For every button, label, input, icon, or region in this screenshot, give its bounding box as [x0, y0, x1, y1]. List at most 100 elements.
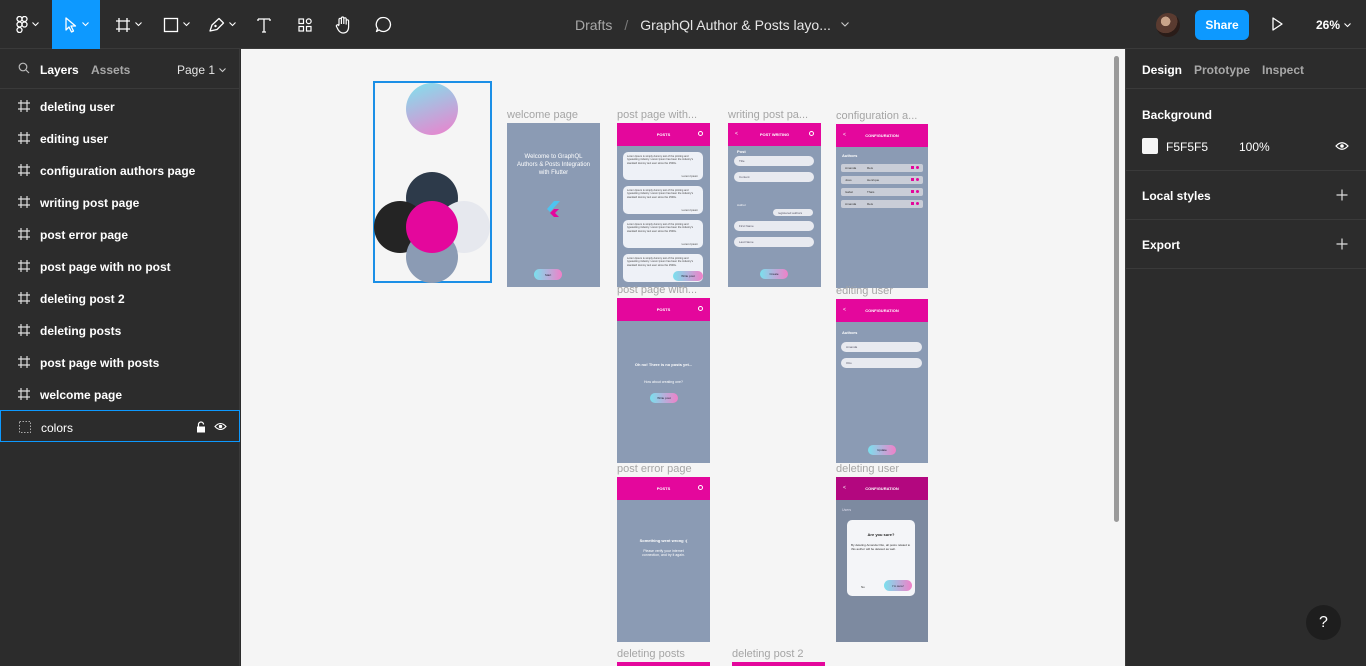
frame-label-post-with[interactable]: post page with... [617, 109, 709, 121]
deleting-user-frame[interactable]: < CONFIGURATION Users Are you sure? By de… [836, 477, 928, 642]
text-tool-button[interactable] [250, 0, 278, 49]
search-icon[interactable] [18, 62, 30, 74]
post-card-text: Lorem Ipsum is simply dummy text of the … [627, 155, 694, 165]
eye-icon[interactable] [1335, 141, 1349, 151]
comment-icon [375, 16, 391, 33]
layer-item[interactable]: post error page [0, 218, 240, 250]
title-field: Title [734, 156, 814, 166]
frame-icon [18, 196, 30, 208]
figma-logo-icon [15, 16, 28, 33]
shape-tool-button[interactable] [156, 0, 196, 49]
frame-label-editing[interactable]: editing user [836, 285, 928, 297]
layer-item[interactable]: colors [0, 410, 240, 442]
content-field: Content [734, 172, 814, 182]
canvas-vertical-scrollbar[interactable] [1114, 56, 1119, 522]
layer-item[interactable]: deleting user [0, 90, 240, 122]
comment-tool-button[interactable] [368, 0, 398, 49]
layer-item[interactable]: writing post page [0, 186, 240, 218]
gear-icon [809, 131, 814, 136]
tab-layers[interactable]: Layers [40, 63, 79, 77]
breadcrumb-separator: / [624, 16, 629, 33]
hand-tool-button[interactable] [328, 0, 358, 49]
zoom-menu[interactable]: 26% [1316, 18, 1351, 32]
configuration-authors-frame[interactable]: < CONFIGURATION Authors Amanda Reis Joao Hen… [836, 124, 928, 288]
post-error-page-frame[interactable]: POSTS Something went wrong :( Please ver… [617, 477, 710, 642]
pen-tool-button[interactable] [202, 0, 242, 49]
welcome-page-frame[interactable]: Welcome to GraphQL Authors & Posts Integ… [507, 123, 600, 287]
background-color-swatch[interactable] [1142, 138, 1158, 154]
pen-icon [209, 17, 225, 32]
frame-label-writing[interactable]: writing post pa... [728, 109, 820, 121]
users-section-label: Users [842, 508, 852, 512]
main-menu-button[interactable] [8, 0, 46, 49]
help-button[interactable]: ? [1306, 605, 1341, 640]
chevron-down-icon [134, 22, 142, 27]
author-first-name: Amanda [845, 166, 857, 170]
dialog-title: Are you sure? [867, 532, 895, 537]
layer-item[interactable]: editing user [0, 122, 240, 154]
chevron-down-icon [182, 22, 190, 27]
frame-label-deleting-post2[interactable]: deleting post 2 [732, 648, 824, 660]
avatar[interactable] [1156, 13, 1180, 37]
frame-label-post-no[interactable]: post page with... [617, 284, 709, 296]
frame-label-welcome[interactable]: welcome page [507, 109, 599, 121]
move-tool-button[interactable] [52, 0, 100, 49]
share-button[interactable]: Share [1195, 10, 1249, 40]
chevron-down-icon[interactable] [841, 22, 849, 27]
page-selector[interactable]: Page 1 [177, 63, 226, 77]
author-row: Isabel Thais [841, 188, 923, 196]
layer-item[interactable]: post page with posts [0, 346, 240, 378]
error-subtitle: Please verify your internet connection, … [642, 549, 685, 557]
layer-item[interactable]: welcome page [0, 378, 240, 410]
file-name[interactable]: GraphQl Author & Posts layo... [640, 17, 831, 33]
colors-frame[interactable] [373, 81, 492, 283]
author-row: Amanda Reis [841, 200, 923, 208]
post-page-with-posts-frame[interactable]: POSTS Lorem Ipsum is simply dummy text o… [617, 123, 710, 287]
layer-name: writing post page [40, 196, 140, 210]
layers-panel: Layers Assets Page 1 deleting user editin… [0, 49, 240, 666]
background-opacity[interactable]: 100% [1239, 140, 1270, 154]
breadcrumb-drafts[interactable]: Drafts [575, 17, 612, 33]
tab-design[interactable]: Design [1142, 63, 1182, 77]
local-styles-section: Local styles [1126, 171, 1366, 220]
plus-icon[interactable] [1336, 189, 1348, 201]
post-page-no-post-frame[interactable]: POSTS Oh no! There is no posts yet... Ho… [617, 298, 710, 463]
deleting-posts-frame-edge[interactable] [617, 662, 710, 666]
frame-label-config[interactable]: configuration a... [836, 110, 928, 122]
hand-icon [335, 15, 350, 34]
layer-name: deleting posts [40, 324, 122, 338]
tab-prototype[interactable]: Prototype [1194, 63, 1250, 77]
editing-user-frame[interactable]: < CONFIGURATION Authors Amanda Otto Updat… [836, 299, 928, 463]
writing-post-page-frame[interactable]: < POST WRITING Post Title Content Author … [728, 123, 821, 287]
frame-tool-button[interactable] [108, 0, 148, 49]
layer-item[interactable]: post page with no post [0, 250, 240, 282]
tab-assets[interactable]: Assets [91, 63, 130, 77]
frame-label-deleting-posts[interactable]: deleting posts [617, 648, 709, 660]
frame-label-deleting-user[interactable]: deleting user [836, 463, 928, 475]
frame-label-error[interactable]: post error page [617, 463, 709, 475]
welcome-line-3: with Flutter [538, 170, 569, 176]
design-canvas[interactable]: welcome page Welcome to GraphQL Authors … [241, 49, 1125, 666]
dialog-yes: I'm sure! [884, 580, 912, 591]
layer-item[interactable]: deleting post 2 [0, 282, 240, 314]
layer-item[interactable]: configuration authors page [0, 154, 240, 186]
dialog-no: No [861, 585, 865, 589]
background-hex[interactable]: F5F5F5 [1166, 140, 1208, 154]
unlock-icon[interactable] [196, 421, 206, 433]
layer-item[interactable]: deleting posts [0, 314, 240, 346]
tab-inspect[interactable]: Inspect [1262, 63, 1304, 77]
present-play-icon[interactable] [1270, 16, 1284, 32]
resources-button[interactable] [290, 0, 320, 49]
gear-icon [698, 485, 703, 490]
delete-icon [916, 202, 919, 205]
chevron-down-icon [1344, 22, 1351, 27]
text-icon [257, 17, 271, 33]
author-first-name: Joao [845, 178, 852, 182]
chevron-down-icon [219, 67, 226, 72]
author-first-name: Isabel [845, 190, 854, 194]
left-panel-tabs: Layers Assets Page 1 [0, 49, 239, 89]
plus-icon[interactable] [1336, 238, 1348, 250]
edit-icon [911, 178, 914, 181]
eye-icon[interactable] [214, 422, 227, 431]
deleting-post2-frame-edge[interactable] [732, 662, 825, 666]
